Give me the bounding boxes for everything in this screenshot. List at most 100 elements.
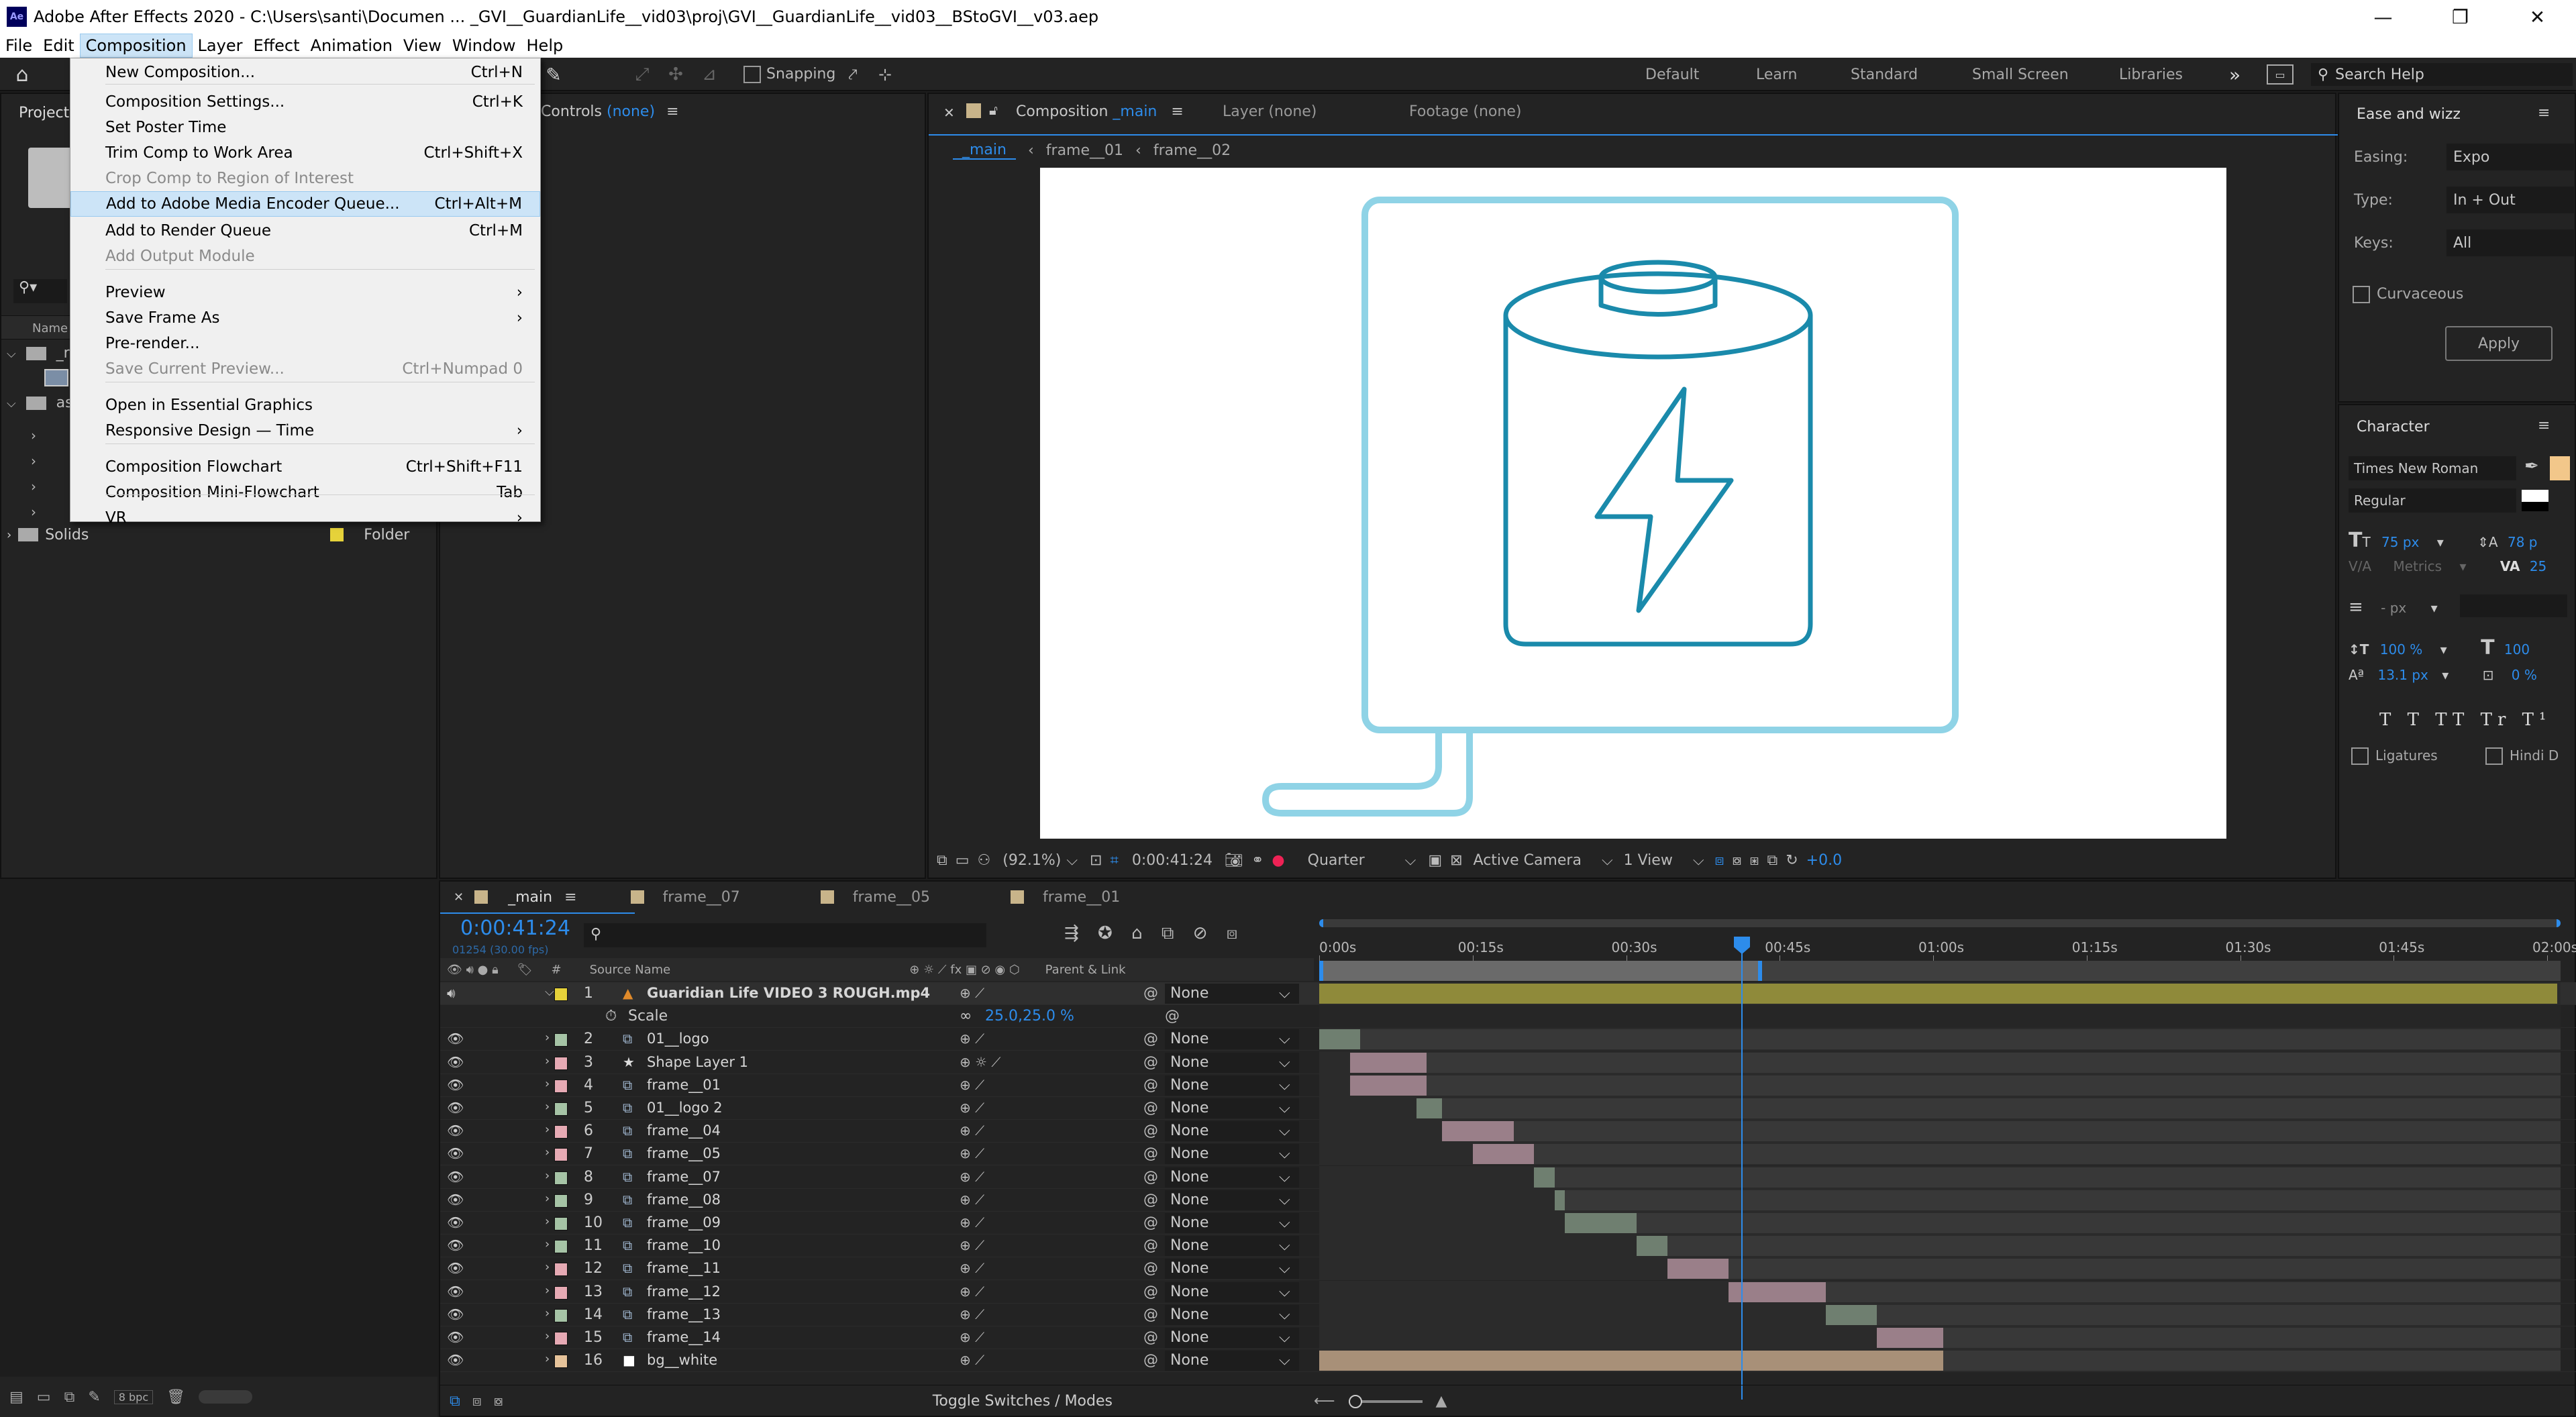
layer-twirl-icon[interactable]: ›	[545, 1169, 550, 1183]
layer-switches[interactable]: ⊕ ⟋	[960, 1077, 984, 1093]
visibility-toggle-icon[interactable]: 👁︎	[447, 1192, 464, 1208]
modes-icon[interactable]: ⧈	[472, 1393, 482, 1410]
layer-name[interactable]: Shape Layer 1	[647, 1054, 748, 1070]
layer-label-color[interactable]	[554, 1079, 568, 1093]
camera-snapshot-icon[interactable]: 📷︎	[1225, 852, 1243, 869]
toggle-pixel-icon[interactable]: ⧈	[1715, 852, 1724, 869]
layer-name[interactable]: frame__11	[647, 1260, 721, 1276]
layer-label-color[interactable]	[554, 1308, 568, 1322]
camera-dropdown[interactable]: Active Camera	[1474, 852, 1582, 869]
composition-menu-item[interactable]: VR ›	[70, 505, 540, 531]
composition-menu-item[interactable]: New Composition... Ctrl+N	[70, 60, 540, 85]
layer-switches[interactable]: ⊕ ⟋	[960, 1169, 984, 1185]
composition-canvas[interactable]	[1040, 168, 2226, 839]
adjust-icon[interactable]: ✎	[88, 1389, 100, 1406]
layer-duration-bar[interactable]	[1565, 1213, 1637, 1233]
comp-item-icon[interactable]	[44, 369, 68, 386]
chevron-down-icon[interactable]: ⌵	[1279, 1077, 1290, 1094]
minimize-icon[interactable]: —	[2345, 0, 2422, 34]
layer-switches[interactable]: ⊕ ☼ ⟋	[960, 1054, 1000, 1070]
pick-whip-icon[interactable]: @	[1143, 1169, 1158, 1186]
composition-menu-item[interactable]: Trim Comp to Work Area Ctrl+Shift+X	[70, 140, 540, 166]
timeline-layer-row[interactable]: 👁︎ › 2 ⧉ 01__logo ⊕ ⟋ @ None ⌵	[440, 1028, 2576, 1051]
world-axis-icon[interactable]: ✣	[664, 63, 687, 86]
resolution-dropdown[interactable]: Quarter	[1308, 852, 1365, 869]
home-icon[interactable]: ⌂	[11, 63, 34, 87]
layer-duration-bar[interactable]	[1534, 1167, 1555, 1188]
layer-label-color[interactable]	[554, 1148, 568, 1162]
chevron-down-icon[interactable]: ⌵	[1279, 1122, 1290, 1139]
baseline-shift-value[interactable]: 13.1 px	[2377, 667, 2428, 683]
timeline-tab-frame-07[interactable]: frame__07	[663, 889, 740, 906]
layer-label-color[interactable]	[554, 1355, 568, 1369]
flowchart-icon[interactable]: ⧉	[1767, 852, 1778, 869]
expression-pick-whip-icon[interactable]: @	[1165, 1008, 1180, 1025]
layer-duration-bar[interactable]	[1319, 984, 2558, 1004]
workspace-layout-icon[interactable]: ▭	[2267, 64, 2294, 85]
region-of-interest-icon[interactable]: ▣	[1428, 852, 1442, 869]
layer-name[interactable]: frame__13	[647, 1306, 721, 1322]
chevron-down-icon[interactable]: ⌵	[1279, 1260, 1290, 1277]
layer-duration-bar[interactable]	[1636, 1236, 1667, 1257]
fill-color-swatch[interactable]	[2550, 456, 2570, 480]
breadcrumb-main[interactable]: _main	[953, 142, 1016, 160]
constrain-proportions-icon[interactable]: ∞	[960, 1008, 972, 1025]
layer-twirl-icon[interactable]: ›	[545, 1100, 550, 1114]
font-style-dropdown[interactable]: Regular	[2349, 488, 2516, 513]
layer-switches[interactable]: ⊕ ⟋	[960, 1283, 984, 1300]
workspace-libraries[interactable]: Libraries	[2119, 58, 2183, 91]
chevron-down-icon[interactable]: ▾	[2440, 641, 2447, 658]
horizontal-scale-value[interactable]: 100	[2504, 641, 2530, 658]
composition-menu-item[interactable]: Composition Settings... Ctrl+K	[70, 89, 540, 115]
hindi-digits-checkbox[interactable]	[2485, 747, 2503, 765]
keys-dropdown[interactable]: All	[2446, 229, 2574, 256]
timeline-layer-row[interactable]: 👁︎ › 4 ⧉ frame__01 ⊕ ⟋ @ None ⌵	[440, 1073, 2576, 1097]
visibility-toggle-icon[interactable]: 👁︎	[447, 1122, 464, 1139]
source-name-column[interactable]: Source Name	[590, 963, 671, 977]
pick-whip-icon[interactable]: @	[1143, 985, 1158, 1002]
timeline-layer-row[interactable]: 👁︎ › 16 ■ bg__white ⊕ ⟋ @ None ⌵	[440, 1349, 2576, 1373]
composition-menu-item[interactable]: Add to Render Queue Ctrl+M	[70, 218, 540, 244]
pick-whip-icon[interactable]: @	[1143, 1054, 1158, 1071]
panel-menu-icon[interactable]: ≡	[2538, 105, 2550, 121]
composition-menu-item[interactable]: Preview ›	[70, 280, 540, 305]
layer-twirl-icon[interactable]: ›	[545, 1260, 550, 1274]
pin-tool-icon[interactable]: ✎	[542, 63, 565, 86]
chevron-down-icon[interactable]: ▾	[2442, 667, 2449, 683]
layer-name[interactable]: frame__08	[647, 1192, 721, 1208]
interpret-footage-icon[interactable]: ▤	[9, 1389, 23, 1406]
layer-name[interactable]: frame__09	[647, 1214, 721, 1230]
easing-dropdown[interactable]: Expo	[2446, 144, 2574, 170]
layer-switches[interactable]: ⊕ ⟋	[960, 1237, 984, 1253]
layer-name[interactable]: frame__10	[647, 1237, 721, 1253]
visibility-toggle-icon[interactable]: 👁︎	[447, 1169, 464, 1185]
chevron-down-icon[interactable]: ▾	[2431, 600, 2438, 616]
visibility-toggle-icon[interactable]: 👁︎	[447, 1031, 464, 1047]
layer-label-color[interactable]	[554, 988, 568, 1001]
viewer-tab-composition[interactable]: Composition	[1016, 103, 1108, 120]
timeline-layer-row[interactable]: 👁︎ › 8 ⧉ frame__07 ⊕ ⟋ @ None ⌵	[440, 1165, 2576, 1189]
leading-value[interactable]: 78 p	[2508, 534, 2538, 550]
exposure-value[interactable]: +0.0	[1806, 852, 1842, 869]
panel-menu-icon[interactable]: ≡	[564, 889, 576, 906]
snap-feather-icon[interactable]: ⤤	[841, 63, 864, 86]
timeline-layer-row[interactable]: 👁︎ › 15 ⧉ frame__14 ⊕ ⟋ @ None ⌵	[440, 1326, 2576, 1349]
viewer-close-icon[interactable]: ✕	[943, 105, 955, 121]
ease-panel-title[interactable]: Ease and wizz	[2357, 106, 2461, 123]
layer-name[interactable]: frame__12	[647, 1283, 721, 1300]
timeline-layer-row[interactable]: 🔊︎ ⌵ 1 ▲ Guaridian Life VIDEO 3 ROUGH.mp4 ⊕ ⟋…	[440, 982, 2576, 1005]
stopwatch-icon[interactable]: ⏱	[605, 1008, 617, 1025]
workspace-default[interactable]: Default	[1645, 58, 1699, 91]
timeline-layer-row[interactable]: 👁︎ › 6 ⧉ frame__04 ⊕ ⟋ @ None ⌵	[440, 1120, 2576, 1143]
kerning-value[interactable]: Metrics	[2393, 558, 2442, 574]
menu-composition[interactable]: Composition	[79, 34, 193, 58]
visibility-toggle-icon[interactable]: 👁︎	[447, 1054, 464, 1070]
layer-switches[interactable]: ⊕ ⟋	[960, 1122, 984, 1139]
tracking-value[interactable]: 25	[2530, 558, 2546, 574]
chevron-down-icon[interactable]: ⌵	[1693, 852, 1704, 869]
reset-exposure-icon[interactable]: ↻	[1786, 852, 1798, 869]
menu-edit[interactable]: Edit	[38, 34, 79, 58]
composition-menu-item[interactable]: Save Frame As ›	[70, 305, 540, 331]
composition-menu-item[interactable]: Set Poster Time	[70, 115, 540, 140]
eyedropper-icon[interactable]: ✒	[2524, 456, 2539, 476]
